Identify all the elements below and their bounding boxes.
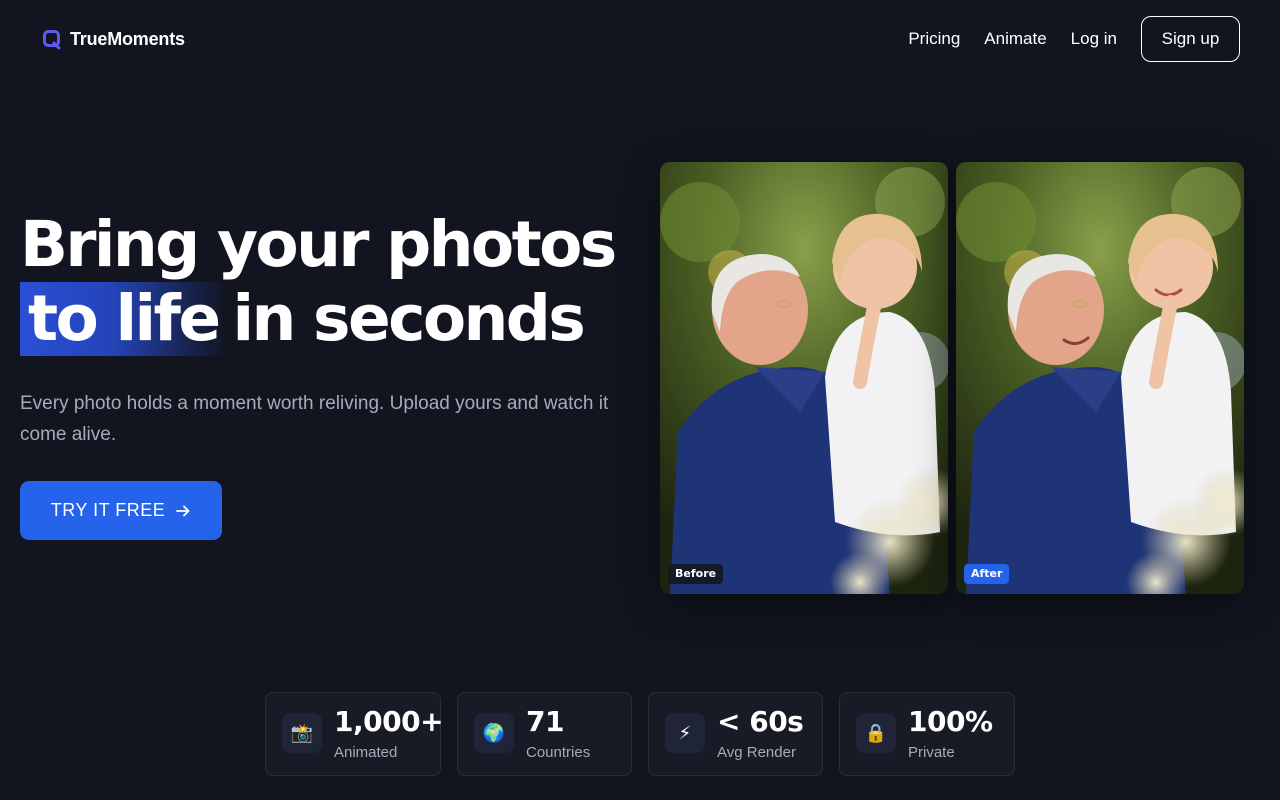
- q-logo-icon: [43, 29, 61, 49]
- after-badge: After: [964, 564, 1010, 584]
- try-it-free-button[interactable]: TRY IT FREE: [20, 481, 222, 540]
- stat-label: Animated: [334, 744, 398, 761]
- camera-flash-icon: 📸: [282, 713, 322, 753]
- stat-value: < 60s: [717, 705, 804, 738]
- arrow-right-icon: [176, 505, 190, 516]
- hero-subtitle: Every photo holds a moment worth relivin…: [20, 393, 609, 445]
- stat-label: Private: [908, 744, 955, 761]
- after-photo: After: [956, 162, 1244, 594]
- signup-button[interactable]: Sign up: [1141, 16, 1240, 62]
- brand-name: TrueMoments: [70, 28, 185, 49]
- stat-label: Avg Render: [717, 744, 796, 761]
- top-nav: TrueMoments Pricing Animate Log in Sign …: [0, 0, 1280, 78]
- stat-card-animated: 📸 1,000+ Animated: [265, 692, 444, 776]
- brand[interactable]: TrueMoments: [42, 27, 185, 51]
- before-badge: Before: [668, 564, 724, 584]
- before-photo: Before: [660, 162, 948, 594]
- lock-icon: 🔒: [856, 713, 896, 753]
- headline-line-2: to life in seconds: [20, 282, 620, 356]
- headline-highlight: to life: [20, 282, 227, 356]
- stat-card-countries: 🌍 71 Countries: [457, 692, 632, 776]
- hero-headline: Bring your photos to life in seconds: [20, 208, 620, 356]
- globe-icon: 🌍: [474, 713, 514, 753]
- stat-card-private: 🔒 100% Private: [839, 692, 1015, 776]
- stat-value: 1,000+: [334, 705, 444, 738]
- after-image: [956, 162, 1244, 594]
- headline-rest: in seconds: [232, 282, 585, 355]
- stat-card-render: ⚡ < 60s Avg Render: [648, 692, 823, 776]
- nav-links: Pricing Animate Log in Sign up: [908, 16, 1240, 62]
- headline-line-1: Bring your photos: [20, 208, 617, 281]
- before-image: [660, 162, 948, 594]
- nav-link-pricing[interactable]: Pricing: [908, 29, 960, 49]
- nav-link-login[interactable]: Log in: [1071, 29, 1117, 49]
- stat-value: 71: [526, 705, 564, 738]
- nav-link-animate[interactable]: Animate: [984, 29, 1046, 49]
- lightning-icon: ⚡: [665, 713, 705, 753]
- stat-value: 100%: [908, 705, 993, 738]
- cta-label: TRY IT FREE: [50, 500, 166, 520]
- stat-label: Countries: [526, 744, 591, 761]
